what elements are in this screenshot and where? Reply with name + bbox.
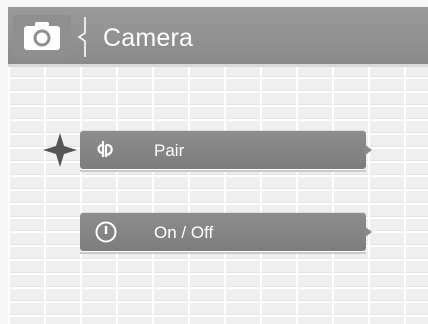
selection-indicator-icon: [43, 133, 77, 167]
header-divider-icon: [77, 17, 86, 57]
pair-label: Pair: [154, 141, 185, 160]
pair-button[interactable]: Pair: [80, 131, 372, 172]
chevron-right-icon: [364, 226, 372, 238]
button-underline: [80, 170, 366, 172]
on-off-label: On / Off: [154, 223, 214, 242]
on-off-button[interactable]: On / Off: [80, 213, 372, 254]
power-icon: [95, 221, 117, 243]
page-title: Camera: [103, 24, 194, 52]
camera-icon: [24, 22, 60, 50]
camera-icon-tile: [13, 15, 71, 57]
chevron-right-icon: [364, 144, 372, 156]
button-underline: [80, 252, 366, 254]
pair-icon: [97, 141, 113, 157]
camera-screen: Camera Pair On / Off: [8, 7, 428, 324]
header-bar: Camera: [8, 7, 428, 67]
